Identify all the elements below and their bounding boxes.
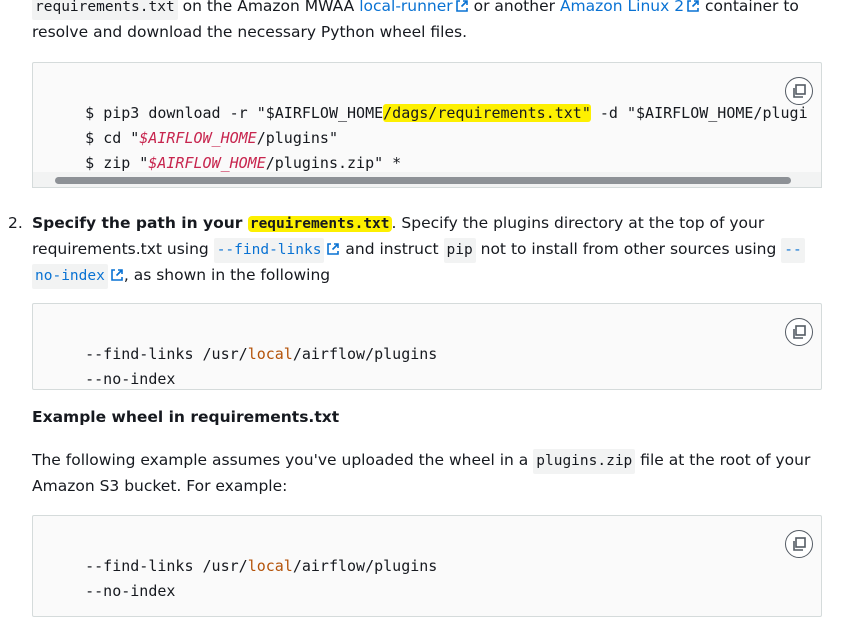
find-links-link[interactable]: --find-links (213, 238, 325, 263)
code-text: --no-index (85, 582, 176, 600)
code-block-find-links: --find-links /usr/local/airflow/plugins … (32, 303, 822, 390)
code-keyword: local (247, 557, 293, 575)
code-keyword: local (247, 345, 293, 363)
code-line-2: --no-index (49, 561, 176, 616)
code-text: /airflow/plugins (292, 345, 438, 363)
intro-text-line2: resolve and download the necessary Pytho… (32, 23, 468, 41)
example-text: The following example assumes you've upl… (32, 451, 534, 469)
step-2-text: , as shown in the following (123, 266, 331, 284)
example-paragraph: The following example assumes you've upl… (32, 448, 822, 499)
intro-text: on the Amazon MWAA (177, 0, 360, 15)
code-text: /plugins.zip" * (265, 154, 402, 172)
example-text-line2: Amazon S3 bucket. For example: (32, 477, 288, 495)
code-text: /usr/ (202, 345, 248, 363)
intro-paragraph: requirements.txt on the Amazon MWAA loca… (32, 0, 822, 45)
copy-icon (793, 325, 806, 339)
code-line-3: $ zip "$AIRFLOW_HOME/plugins.zip" * (49, 133, 402, 173)
step-2-number: 2. (8, 214, 23, 232)
copy-button[interactable] (785, 77, 813, 105)
example-text: file at the root of your (635, 451, 811, 469)
local-runner-link[interactable]: local-runner (359, 0, 468, 15)
code-line-2: --no-index (49, 349, 176, 389)
step-2-text: . Specify the plugins directory at the t… (391, 214, 765, 232)
external-link-icon (687, 0, 699, 12)
inline-code-requirements: requirements.txt (32, 0, 178, 20)
code-text: -d "$AIRFLOW_HOME/plugi (590, 104, 808, 122)
prompt: $ (85, 154, 104, 172)
code-block-download: $ pip3 download -r "$AIRFLOW_HOME/dags/r… (32, 62, 822, 174)
external-link-icon (327, 243, 340, 255)
inline-code-pip: pip (443, 238, 476, 263)
code-variable: $AIRFLOW_HOME (148, 154, 266, 172)
inline-code-plugins-zip: plugins.zip (533, 449, 636, 474)
example-heading: Example wheel in requirements.txt (32, 408, 340, 426)
step-2-paragraph: Specify the path in your requirements.tx… (32, 211, 822, 289)
horizontal-scrollbar[interactable] (32, 172, 822, 188)
copy-button[interactable] (785, 530, 813, 558)
copy-icon (793, 84, 806, 98)
step-2-text: requirements.txt using (32, 240, 214, 258)
scrollbar-thumb[interactable] (55, 177, 791, 184)
external-link-icon (455, 0, 468, 12)
step-2-text: and instruct (340, 240, 444, 258)
copy-icon (793, 537, 806, 551)
code-text: --no-index (85, 370, 176, 388)
no-index-link-part1[interactable]: -- (781, 238, 805, 263)
code-text: /usr/ (202, 557, 248, 575)
local-runner-link-label: local-runner (359, 0, 453, 15)
step-2-text: not to install from other sources using (475, 240, 782, 258)
code-text: /airflow/plugins (292, 557, 438, 575)
code-block-example: --find-links /usr/local/airflow/plugins … (32, 515, 822, 617)
intro-text: container to (700, 0, 799, 15)
intro-text: or another (468, 0, 560, 15)
code-text: zip " (103, 154, 149, 172)
copy-button[interactable] (785, 318, 813, 346)
amazon-linux-2-link-label: Amazon Linux 2 (559, 0, 685, 15)
inline-code-requirements-bold: requirements.txt (247, 216, 392, 232)
step-2-bold: Specify the path in your (32, 214, 248, 232)
amazon-linux-2-link[interactable]: Amazon Linux 2 (560, 0, 700, 15)
external-link-icon (111, 269, 123, 281)
highlighted-path: /dags/requirements.txt" (383, 104, 591, 122)
no-index-link-part2[interactable]: no-index (32, 264, 108, 289)
